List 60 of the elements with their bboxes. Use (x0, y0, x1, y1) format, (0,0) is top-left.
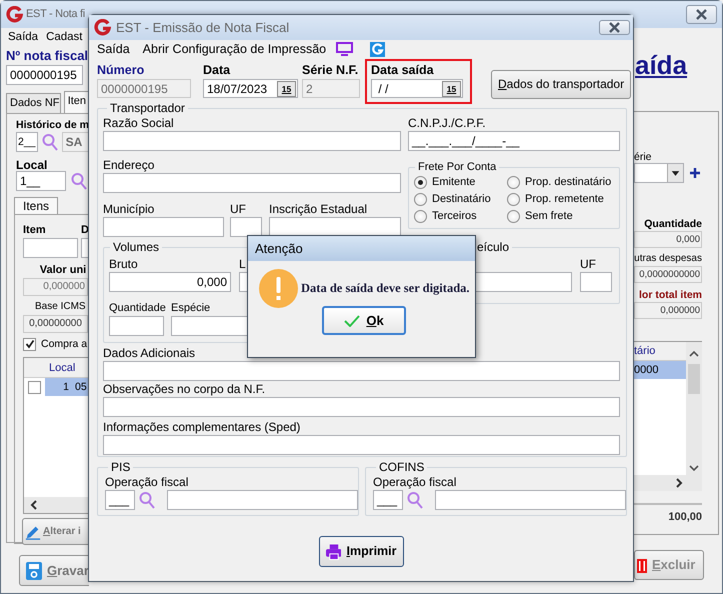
field-label: Operação fiscal (373, 475, 456, 490)
column-header: Local (48, 361, 76, 376)
window-title: EST - Nota fi (26, 8, 85, 22)
input-field: 2 (302, 79, 360, 98)
field-label: Bruto (109, 257, 138, 272)
table-cell-text: 0000 (634, 363, 658, 378)
radio-label: Destinatário (432, 192, 491, 206)
checkbox-label: Compra a (41, 338, 88, 350)
window-title: EST - Emissão de Nota Fiscal (116, 20, 290, 36)
radio-label: Prop. destinatário (525, 176, 612, 190)
group-title: eículo (474, 240, 512, 254)
field-label: Local (16, 158, 48, 171)
radio-label: Prop. remetente (525, 192, 604, 206)
field-label: Informações complementares (Sped) (103, 420, 300, 435)
field-label: Operação fiscal (105, 475, 188, 490)
field-label: Dados Adicionais (103, 346, 196, 361)
group-title: PIS (108, 460, 134, 474)
radio-label: Sem frete (525, 210, 573, 224)
field-label: C.N.P.J./C.P.F. (408, 116, 486, 131)
radio-label: Emitente (432, 176, 476, 190)
column-header: tário (634, 345, 656, 357)
dialog-title: Atenção (255, 240, 303, 256)
field-label: lor total item (638, 288, 702, 302)
field-label: Item (23, 224, 47, 238)
field-label: Razão Social (103, 116, 174, 131)
field-label: Data saída (371, 62, 435, 79)
field-label: Inscrição Estadual (269, 202, 368, 217)
group-title: Volumes (110, 240, 162, 254)
field-label: Município (103, 202, 154, 217)
input-field: 0,0000000000 (634, 266, 702, 283)
radio-label: Terceiros (432, 210, 477, 224)
field-label: Quantidade (643, 217, 702, 231)
input-field: 0,000000 (634, 302, 702, 319)
field-label: Observações no corpo da N.F. (103, 382, 266, 397)
page-heading: aída (634, 49, 688, 81)
field-label: Série N.F. (302, 62, 360, 79)
field-label: Valor uni (38, 264, 88, 278)
field-label: UF (580, 257, 596, 272)
group-title: COFINS (376, 460, 428, 474)
field-label: Número (97, 62, 146, 79)
field-label: D (81, 224, 89, 238)
field-label: L (239, 257, 246, 272)
table-cell-text: 1 (62, 380, 70, 395)
input-field: 0,000 (634, 231, 702, 248)
input-field: 0,00000000 (23, 315, 88, 333)
table-cell-text: 05 (74, 380, 88, 395)
field-label: Quantidade (109, 301, 166, 316)
input-field: SA (62, 132, 89, 152)
group-title: Transportador (107, 101, 188, 115)
field-label: Nº nota fiscal (6, 48, 89, 65)
field-label: érie (634, 152, 653, 162)
field-label: Espécie (171, 301, 210, 316)
field-label: UF (230, 202, 246, 217)
field-label: Data (203, 62, 232, 79)
alert-message: Data de saída deve ser digitada. (301, 281, 470, 296)
input-field: 0,000000 (23, 278, 88, 296)
input-field: 0000000195 (97, 79, 191, 98)
field-label: Base ICMS (34, 301, 87, 314)
field-label: utras despesas (634, 252, 702, 266)
field-label: Endereço (103, 158, 154, 173)
